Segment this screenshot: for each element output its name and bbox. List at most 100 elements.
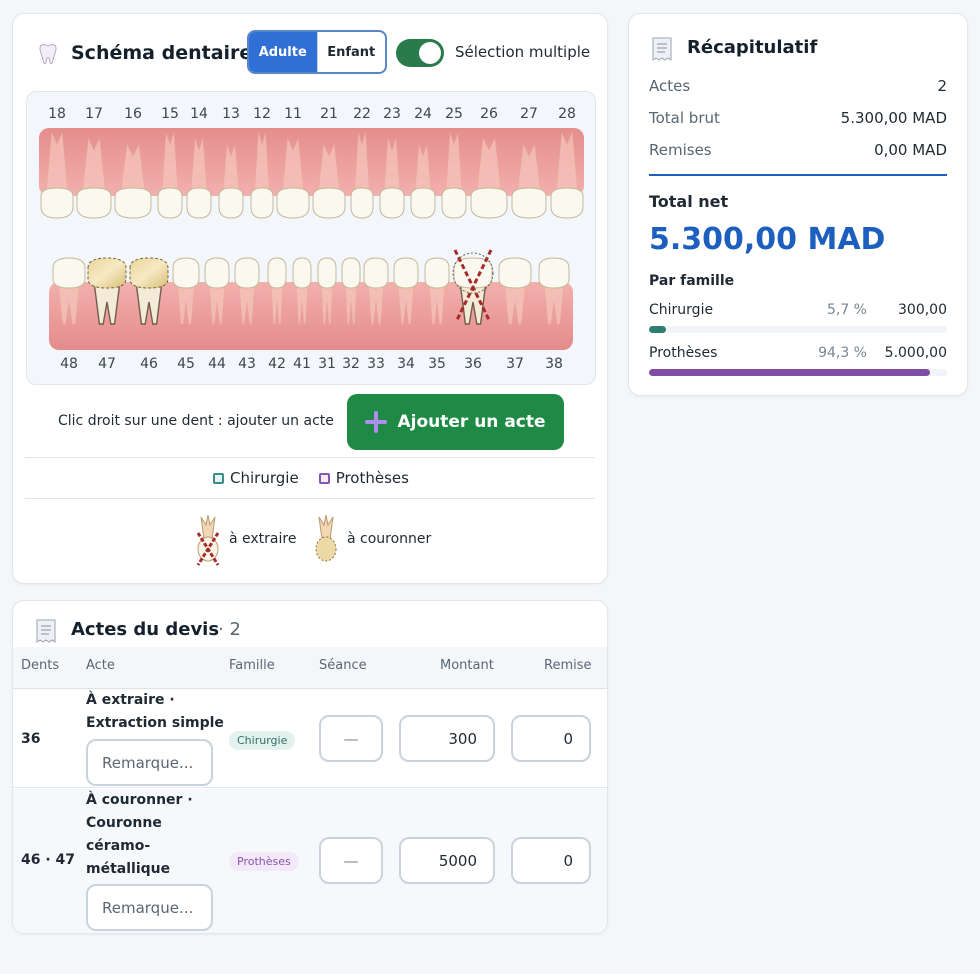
divider: [25, 498, 595, 499]
tooth-crown: [172, 257, 200, 289]
crowned-tooth: [129, 257, 169, 289]
remise-input[interactable]: 0: [511, 715, 591, 762]
tooth-number: 35: [428, 356, 446, 372]
tooth-crown: [52, 257, 86, 289]
tooth-crown: [40, 187, 74, 219]
tooth-crown: [76, 187, 112, 219]
remise-input[interactable]: 0: [511, 837, 591, 884]
upper-gum: [39, 128, 584, 196]
family-name: Prothèses: [649, 345, 718, 361]
acts-count: · 2: [218, 619, 241, 640]
family-amount: 5.000,00: [884, 345, 947, 361]
tooth-number: 33: [367, 356, 385, 372]
multi-select-toggle[interactable]: [396, 39, 444, 67]
chirurgie-swatch: [213, 472, 225, 484]
age-segmented-control: Adulte Enfant: [247, 30, 387, 74]
col-famille: Famille: [229, 658, 275, 673]
act-line: Extraction simple: [86, 715, 224, 731]
tooth-number: 26: [480, 106, 498, 122]
odontogram: 18 17 16 15 14 13 12 11 21 22 23 24 25 26 27 28 48 47 46 4…: [26, 91, 596, 385]
tooth-number: 12: [253, 106, 271, 122]
row-teeth: 46 · 47: [21, 852, 76, 868]
act-line: céramo-: [86, 838, 151, 854]
seance-select[interactable]: —: [319, 715, 383, 762]
family-percent: 5,7 %: [826, 302, 867, 318]
adulte-tab[interactable]: Adulte: [249, 32, 317, 72]
dental-chart-card: Schéma dentaire Adulte Enfant Sélection …: [12, 13, 608, 584]
remarque-input[interactable]: Remarque...: [86, 884, 213, 931]
extract-tooth-icon: [196, 514, 220, 566]
tooth-crown: [292, 257, 312, 289]
right-click-hint: Clic droit sur une dent : ajouter un act…: [58, 413, 334, 429]
tooth-icon: [39, 44, 57, 65]
tooth-crown: [538, 257, 570, 289]
tooth-crown: [379, 187, 405, 219]
crown-label: à couronner: [347, 531, 432, 547]
tooth-crown: [317, 257, 337, 289]
add-act-label: Ajouter un acte: [397, 412, 546, 432]
tooth-number: 42: [268, 356, 286, 372]
actes-value: 2: [937, 77, 947, 95]
summary-card: Récapitulatif Actes 2 Total brut 5.300,0…: [628, 13, 968, 396]
seance-select[interactable]: —: [319, 837, 383, 884]
tooth-number: 47: [98, 356, 116, 372]
tooth-crown: [410, 187, 436, 219]
tooth-crown: [350, 187, 374, 219]
montant-input[interactable]: 300: [399, 715, 495, 762]
col-acte: Acte: [86, 658, 115, 673]
schema-title: Schéma dentaire: [71, 42, 253, 64]
crown-tooth-icon: [315, 514, 337, 562]
tooth-number: 18: [48, 106, 66, 122]
par-famille-heading: Par famille: [649, 273, 735, 289]
remarque-input[interactable]: Remarque...: [86, 739, 213, 786]
tooth-number: 28: [558, 106, 576, 122]
tooth-number: 17: [85, 106, 103, 122]
family-bar-chirurgie: [649, 326, 947, 333]
tooth-crown: [276, 187, 310, 219]
legend-protheses: Prothèses: [318, 469, 409, 487]
family-name: Chirurgie: [649, 302, 714, 318]
remises-value: 0,00 MAD: [874, 141, 947, 159]
row-teeth: 36: [21, 731, 41, 747]
tooth-crown: [424, 257, 450, 289]
actes-label: Actes: [649, 77, 691, 95]
toggle-knob: [419, 42, 441, 64]
tooth-number: 25: [445, 106, 463, 122]
multi-select-label: Sélection multiple: [455, 43, 591, 61]
family-bar-fill: [649, 326, 666, 333]
divider: [25, 457, 595, 458]
legend-chirurgie-label: Chirurgie: [230, 469, 299, 487]
row-act-name: À couronner · Couronne céramo- métalliqu…: [86, 789, 193, 881]
receipt-icon: [652, 37, 672, 61]
tooth-crown: [363, 257, 389, 289]
tooth-number: 43: [238, 356, 256, 372]
tooth-number: 22: [353, 106, 371, 122]
add-act-button[interactable]: Ajouter un acte: [347, 394, 564, 450]
tooth-crown: [550, 187, 584, 219]
act-line: métallique: [86, 861, 171, 877]
tooth-crown: [341, 257, 361, 289]
tooth-number: 16: [124, 106, 142, 122]
tooth-number: 23: [383, 106, 401, 122]
crowned-tooth: [87, 257, 127, 289]
montant-input[interactable]: 5000: [399, 837, 495, 884]
summary-title: Récapitulatif: [687, 37, 818, 58]
legend-protheses-label: Prothèses: [335, 469, 409, 487]
act-line: À couronner ·: [86, 792, 193, 808]
tooth-crown: [393, 257, 419, 289]
tooth-crown: [234, 257, 260, 289]
tooth-number: 36: [464, 356, 482, 372]
tooth-number: 45: [177, 356, 195, 372]
plus-icon: [365, 411, 388, 433]
tooth-number: 24: [414, 106, 432, 122]
family-bar-fill: [649, 369, 930, 376]
col-dents: Dents: [21, 658, 60, 673]
col-seance: Séance: [319, 658, 367, 673]
remises-label: Remises: [649, 141, 712, 159]
famille-badge: Chirurgie: [229, 731, 296, 750]
row-act-name: À extraire · Extraction simple: [86, 689, 224, 735]
legend-crown: à couronner: [313, 511, 431, 567]
acts-title: Actes du devis: [71, 619, 220, 640]
tooth-crown: [204, 257, 230, 289]
enfant-tab[interactable]: Enfant: [316, 32, 386, 72]
